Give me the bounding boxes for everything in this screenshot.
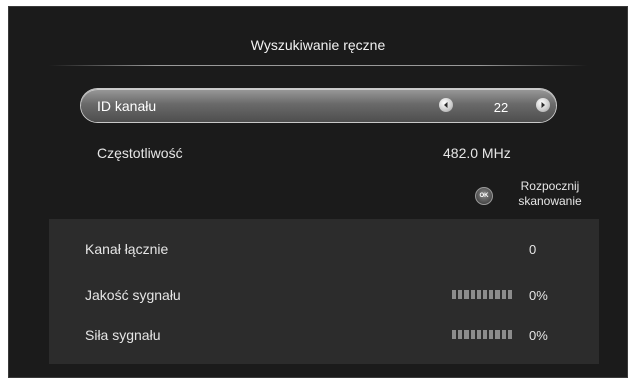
channel-id-row[interactable]: ID kanału 22 bbox=[81, 89, 556, 122]
signal-quality-label: Jakość sygnału bbox=[85, 287, 181, 303]
arrow-right-icon[interactable] bbox=[536, 98, 550, 112]
start-scan-button[interactable]: Rozpocznij skanowanie bbox=[505, 179, 595, 209]
manual-search-dialog: Wyszukiwanie ręczne ID kanału 22 Częstot… bbox=[8, 6, 628, 378]
channel-id-value: 22 bbox=[493, 100, 509, 115]
signal-strength-bar bbox=[452, 330, 513, 339]
signal-quality-bar bbox=[452, 290, 513, 299]
signal-strength-value: 0% bbox=[529, 328, 548, 343]
start-scan-label-line1: Rozpocznij bbox=[520, 179, 580, 193]
frequency-label: Częstotliwość bbox=[97, 145, 183, 161]
signal-strength-label: Siła sygnału bbox=[85, 327, 161, 343]
start-scan-label-line2: skanowanie bbox=[518, 194, 582, 208]
title-divider bbox=[49, 65, 587, 66]
frequency-value: 482.0 MHz bbox=[443, 145, 511, 161]
ok-button-text: OK bbox=[479, 193, 489, 199]
total-channels-value: 0 bbox=[529, 242, 537, 257]
dialog-title: Wyszukiwanie ręczne bbox=[250, 37, 386, 53]
signal-stats-panel: Kanał łącznie 0 Jakość sygnału 0% Siła s… bbox=[49, 219, 599, 364]
arrow-left-icon[interactable] bbox=[439, 98, 453, 112]
total-channels-label: Kanał łącznie bbox=[85, 241, 169, 257]
signal-quality-value: 0% bbox=[529, 288, 548, 303]
channel-id-label: ID kanału bbox=[97, 98, 157, 114]
ok-button-icon[interactable]: OK bbox=[475, 187, 493, 205]
